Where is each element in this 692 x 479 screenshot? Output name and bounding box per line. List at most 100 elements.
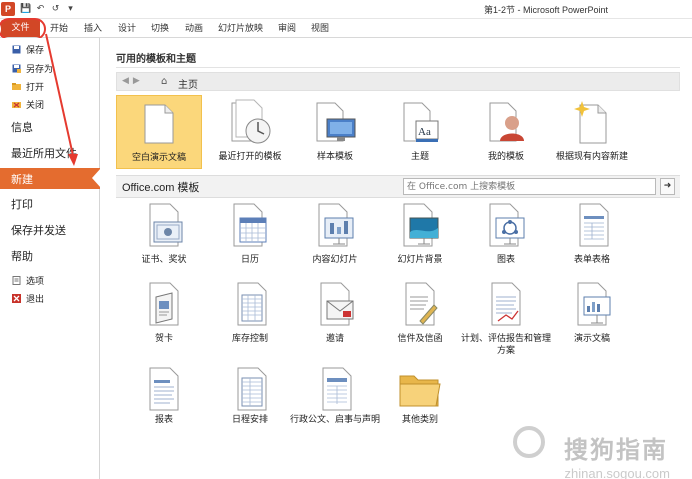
save-as-icon	[12, 64, 21, 73]
tile-label: 贺卡	[154, 334, 173, 344]
tile-label: 日历	[240, 255, 259, 265]
nav-exit[interactable]: 退出	[12, 292, 44, 305]
tile-label: 信件及信函	[397, 334, 443, 344]
nav-save-send[interactable]: 保存并发送	[11, 222, 66, 238]
breadcrumb: ◀▶ ⌂ 主页	[116, 72, 680, 91]
tile-label: 其他类别	[401, 415, 438, 425]
tile-label: 邀请	[325, 334, 344, 344]
tile-content-slides[interactable]: 内容幻灯片	[292, 202, 378, 272]
tile-label: 内容幻灯片	[312, 255, 358, 265]
tile-my-templates[interactable]: 我的模板	[463, 95, 549, 169]
blank-doc-icon	[144, 104, 174, 144]
tile-other-categories[interactable]: 其他类别	[377, 366, 463, 436]
office-templates-bar: Office.com 模板 ➜	[116, 175, 680, 198]
tile-inventory[interactable]: 库存控制	[207, 281, 293, 351]
ribbon-tabs: 文件 开始 插入 设计 切换 动画 幻灯片放映 审阅 视图	[0, 18, 692, 40]
tile-calendars[interactable]: 日历	[207, 202, 293, 272]
watermark-text: 搜狗指南	[564, 436, 668, 464]
tile-slide-backgrounds[interactable]: 幻灯片背景	[377, 202, 463, 272]
tab-view[interactable]: 视图	[311, 21, 329, 34]
tab-animations[interactable]: 动画	[185, 21, 203, 34]
nav-close-label: 关闭	[26, 101, 45, 111]
tile-blank-presentation[interactable]: 空白演示文稿	[116, 95, 202, 169]
watermark-logo-icon	[513, 426, 545, 458]
search-templates-input[interactable]	[403, 178, 656, 195]
user-avatar-icon	[489, 102, 524, 142]
tab-insert[interactable]: 插入	[84, 21, 102, 34]
tab-design[interactable]: 设计	[118, 21, 136, 34]
tile-label: 计划、评估报告和管理方案	[460, 334, 551, 356]
tile-notices[interactable]: 行政公文、启事与声明	[290, 366, 380, 436]
nav-save-label: 保存	[26, 46, 45, 56]
tile-schedules[interactable]: 日程安排	[207, 366, 293, 436]
exit-icon	[12, 294, 21, 303]
close-folder-icon	[12, 102, 21, 108]
home-icon[interactable]: ⌂	[161, 76, 167, 87]
tile-label: 行政公文、启事与声明	[289, 415, 380, 425]
nav-print[interactable]: 打印	[11, 196, 33, 212]
certificate-icon	[149, 203, 183, 247]
search-go-button[interactable]: ➜	[660, 178, 675, 195]
tab-file[interactable]: 文件	[1, 20, 40, 37]
tile-diagrams[interactable]: 图表	[463, 202, 549, 272]
nav-open[interactable]: 打开	[12, 80, 44, 93]
save-icon	[12, 45, 21, 54]
tile-certificates[interactable]: 证书、奖状	[121, 202, 207, 272]
tile-themes[interactable]: Aa 主题	[377, 95, 463, 169]
inventory-icon	[237, 282, 267, 326]
tile-label: 库存控制	[231, 334, 268, 344]
divider	[116, 67, 680, 68]
tile-label: 我的模板	[487, 152, 524, 162]
title-bar: P 💾 ↶ ↺ ▾ 第1-2节 - Microsoft PowerPoint	[0, 0, 692, 19]
nav-help[interactable]: 帮助	[11, 248, 33, 264]
tile-invitations[interactable]: 邀请	[292, 281, 378, 351]
tile-presentations[interactable]: 演示文稿	[549, 281, 635, 351]
sample-monitor-icon	[316, 102, 356, 142]
letter-icon	[405, 282, 438, 326]
nav-save-as[interactable]: 另存为	[12, 62, 53, 75]
tile-forms[interactable]: 表单表格	[549, 202, 635, 272]
tab-home[interactable]: 开始	[50, 21, 68, 34]
nav-save[interactable]: 保存	[12, 43, 44, 56]
nav-open-label: 打开	[26, 83, 45, 93]
nav-new[interactable]: 新建	[0, 168, 101, 189]
nav-recent[interactable]: 最近所用文件	[11, 145, 77, 161]
back-forward-icon[interactable]: ◀▶	[122, 76, 144, 86]
breadcrumb-home[interactable]: 主页	[178, 76, 198, 91]
tile-plans[interactable]: 计划、评估报告和管理方案	[461, 281, 551, 356]
invitation-icon	[320, 282, 354, 326]
office-templates-label: Office.com 模板	[122, 182, 200, 194]
options-icon	[12, 276, 21, 285]
tile-label: 根据现有内容新建	[555, 152, 628, 162]
tile-letters[interactable]: 信件及信函	[377, 281, 463, 351]
recent-clock-icon	[231, 99, 271, 144]
tile-label: 主题	[410, 152, 429, 162]
tile-label: 表单表格	[573, 255, 610, 265]
nav-options-label: 选项	[26, 277, 45, 287]
nav-info[interactable]: 信息	[11, 119, 33, 135]
nav-options[interactable]: 选项	[12, 274, 44, 287]
tile-recent-templates[interactable]: 最近打开的模板	[207, 95, 293, 169]
tile-greeting-cards[interactable]: 贺卡	[121, 281, 207, 351]
tab-transitions[interactable]: 切换	[151, 21, 169, 34]
tab-review[interactable]: 审阅	[278, 21, 296, 34]
tile-label: 报表	[154, 415, 173, 425]
folder-icon	[399, 375, 441, 407]
tile-label: 证书、奖状	[141, 255, 187, 265]
svg-text:Aa: Aa	[418, 126, 431, 138]
tile-new-from-existing[interactable]: 根据现有内容新建	[549, 95, 635, 169]
sparkle-doc-icon	[574, 101, 607, 144]
greeting-card-icon	[149, 282, 179, 326]
slide-background-icon	[403, 203, 439, 247]
nav-exit-label: 退出	[26, 295, 45, 305]
tile-label: 最近打开的模板	[218, 152, 282, 162]
tile-sample-templates[interactable]: 样本模板	[292, 95, 378, 169]
schedule-icon	[237, 367, 267, 411]
section-title: 可用的模板和主题	[116, 54, 196, 65]
tile-reports[interactable]: 报表	[121, 366, 207, 436]
calendar-icon	[233, 203, 267, 247]
tab-slideshow[interactable]: 幻灯片放映	[218, 21, 263, 34]
tile-label: 图表	[496, 255, 515, 265]
nav-close[interactable]: 关闭	[12, 98, 44, 111]
templates-panel: 可用的模板和主题 ◀▶ ⌂ 主页 空白演示文稿 最近打开的模板 样本模板 Aa …	[101, 38, 692, 479]
